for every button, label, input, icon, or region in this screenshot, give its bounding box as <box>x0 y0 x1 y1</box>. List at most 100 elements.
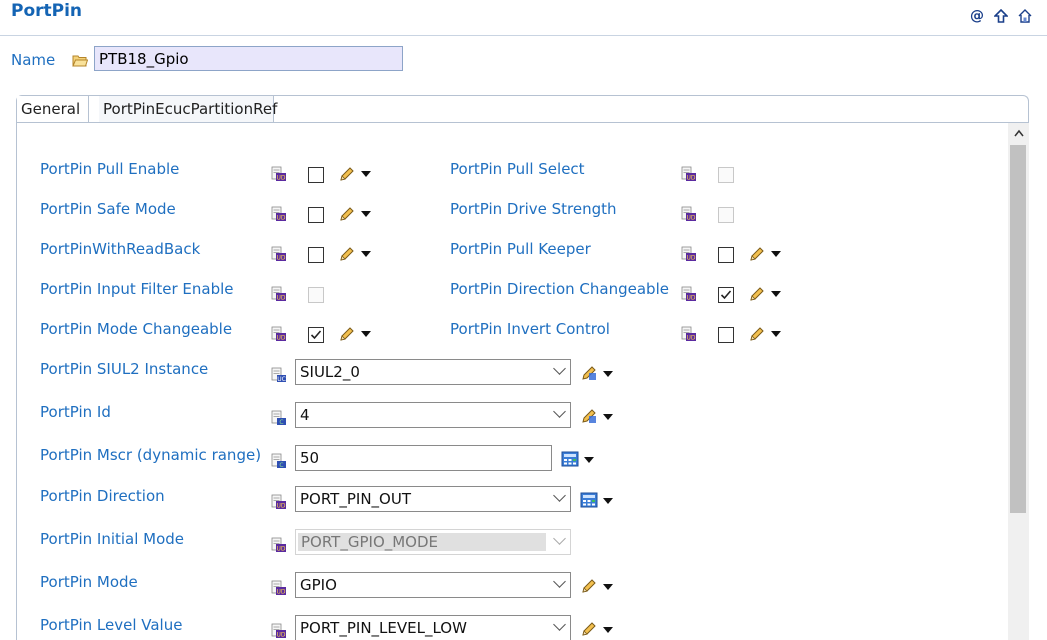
dropdown-arrow-icon[interactable] <box>361 251 371 257</box>
portpin-id-value: 4 <box>300 406 310 424</box>
pencil-icon[interactable] <box>338 245 356 263</box>
label-portpin-id: PortPin Id <box>40 403 111 421</box>
parameter-type-icon: C <box>271 410 286 426</box>
parameter-type-icon: UD <box>271 166 286 182</box>
dropdown-arrow-icon[interactable] <box>603 584 613 590</box>
parameter-type-icon: UD <box>681 166 696 182</box>
checkbox-right-3[interactable] <box>718 287 734 303</box>
mscr-value: 50 <box>300 449 320 467</box>
initial-mode-value: PORT_GPIO_MODE <box>298 533 546 551</box>
chevron-down-icon <box>553 575 566 588</box>
scrollbar-thumb[interactable] <box>1010 145 1026 513</box>
checkmark-icon <box>720 290 732 300</box>
dropdown-arrow-icon[interactable] <box>603 414 613 420</box>
checkbox-left-1[interactable] <box>308 207 324 223</box>
siul2-instance-select[interactable]: SIUL2_0 <box>295 359 571 385</box>
svg-text:UD: UD <box>276 215 285 222</box>
label-pull-enable: PortPin Pull Enable <box>40 160 180 178</box>
parameter-type-icon: UC <box>271 367 286 383</box>
pencil-icon[interactable] <box>338 325 356 343</box>
pencil-icon[interactable] <box>580 620 598 638</box>
svg-text:UD: UD <box>276 255 285 262</box>
svg-text:C: C <box>279 419 283 426</box>
dropdown-arrow-icon[interactable] <box>603 498 613 504</box>
mode-select[interactable]: GPIO <box>295 572 571 598</box>
parameter-type-icon: UD <box>681 286 696 302</box>
dropdown-arrow-icon[interactable] <box>603 627 613 633</box>
parameter-type-icon: UD <box>271 326 286 342</box>
parameter-type-icon: UD <box>681 206 696 222</box>
level-value-value: PORT_PIN_LEVEL_LOW <box>300 619 467 637</box>
svg-text:UD: UD <box>686 335 695 342</box>
parameter-type-icon: UD <box>271 286 286 302</box>
dropdown-arrow-icon[interactable] <box>771 291 781 297</box>
scroll-up-icon[interactable] <box>1011 126 1027 142</box>
label-direction-changeable: PortPin Direction Changeable <box>450 280 669 298</box>
dropdown-arrow-icon[interactable] <box>584 457 594 463</box>
chevron-down-icon <box>553 489 566 502</box>
label-initial-mode: PortPin Initial Mode <box>40 530 185 548</box>
label-siul2-instance: PortPin SIUL2 Instance <box>40 360 209 378</box>
dropdown-arrow-icon[interactable] <box>361 171 371 177</box>
checkbox-right-4[interactable] <box>718 327 734 343</box>
label-drive-strength: PortPin Drive Strength <box>450 200 617 218</box>
chevron-down-icon <box>553 362 566 375</box>
pencil-icon[interactable] <box>748 325 766 343</box>
edit-formula-icon[interactable] <box>580 407 598 425</box>
label-mode: PortPin Mode <box>40 573 138 591</box>
label-mscr: PortPin Mscr (dynamic range) <box>40 446 262 464</box>
checkbox-left-4[interactable] <box>308 327 324 343</box>
calculator-icon[interactable] <box>561 451 579 467</box>
dropdown-arrow-icon[interactable] <box>361 211 371 217</box>
editor-header: PortPin @ <box>0 0 1047 36</box>
checkbox-right-2[interactable] <box>718 247 734 263</box>
svg-text:UD: UD <box>686 255 695 262</box>
home-icon[interactable] <box>1017 7 1033 25</box>
name-input[interactable]: PTB18_Gpio <box>94 46 403 71</box>
chevron-down-icon <box>553 618 566 631</box>
calculator-icon[interactable] <box>580 492 598 508</box>
checkbox-left-0[interactable] <box>308 167 324 183</box>
svg-text:UD: UD <box>686 215 695 222</box>
pencil-icon[interactable] <box>748 285 766 303</box>
svg-text:UD: UD <box>276 589 285 596</box>
label-direction: PortPin Direction <box>40 487 165 505</box>
tab-bar: General PortPinEcucPartitionRef <box>16 95 1029 124</box>
mode-value: GPIO <box>300 576 337 594</box>
parameter-type-icon: C <box>271 453 286 469</box>
edit-formula-icon[interactable] <box>580 364 598 382</box>
dropdown-arrow-icon[interactable] <box>603 371 613 377</box>
pencil-icon[interactable] <box>748 245 766 263</box>
parameter-type-icon: UD <box>271 537 286 553</box>
label-mode-changeable: PortPin Mode Changeable <box>40 320 233 338</box>
checkbox-left-2[interactable] <box>308 247 324 263</box>
dropdown-arrow-icon[interactable] <box>771 251 781 257</box>
svg-text:C: C <box>279 462 283 469</box>
label-pull-keeper: PortPin Pull Keeper <box>450 240 591 258</box>
pencil-icon[interactable] <box>338 205 356 223</box>
initial-mode-select: PORT_GPIO_MODE <box>295 529 571 555</box>
pencil-icon[interactable] <box>338 165 356 183</box>
svg-text:UD: UD <box>686 175 695 182</box>
direction-select[interactable]: PORT_PIN_OUT <box>295 486 571 512</box>
portpin-id-select[interactable]: 4 <box>295 402 571 428</box>
direction-value: PORT_PIN_OUT <box>300 490 411 508</box>
parameter-type-icon: UD <box>271 580 286 596</box>
mscr-input[interactable]: 50 <box>295 445 552 471</box>
level-value-select[interactable]: PORT_PIN_LEVEL_LOW <box>295 615 571 640</box>
folder-icon[interactable] <box>72 54 88 67</box>
label-level-value: PortPin Level Value <box>40 616 183 634</box>
up-arrow-icon[interactable] <box>993 7 1009 25</box>
tab-general[interactable]: General <box>17 96 89 124</box>
chevron-down-icon <box>553 532 566 545</box>
tab-portpin-ecuc-partition-ref[interactable]: PortPinEcucPartitionRef <box>99 96 277 124</box>
chevron-down-icon <box>553 405 566 418</box>
checkbox-right-0 <box>718 167 734 183</box>
dropdown-arrow-icon[interactable] <box>361 331 371 337</box>
dropdown-arrow-icon[interactable] <box>771 331 781 337</box>
at-icon[interactable]: @ <box>969 7 985 25</box>
label-with-readback: PortPinWithReadBack <box>40 240 201 258</box>
name-label: Name <box>11 51 56 69</box>
svg-text:UD: UD <box>276 503 285 510</box>
pencil-icon[interactable] <box>580 577 598 595</box>
